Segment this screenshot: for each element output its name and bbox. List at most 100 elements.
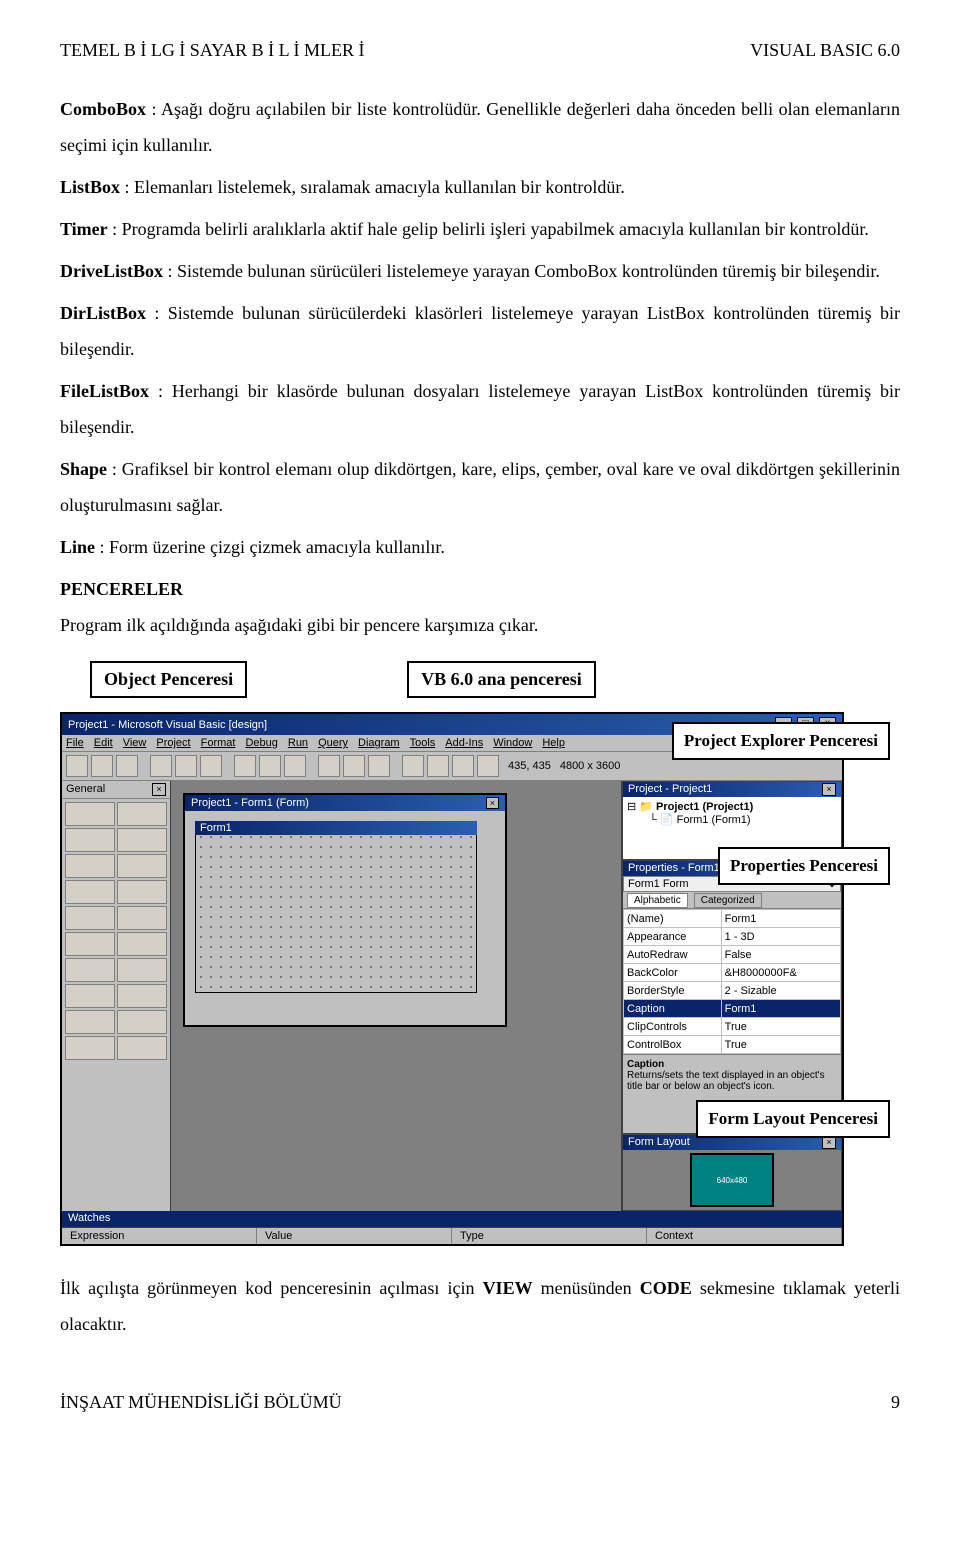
term: Shape bbox=[60, 459, 107, 479]
menu-view[interactable]: View bbox=[123, 737, 147, 749]
toolbox-tool[interactable] bbox=[117, 802, 167, 826]
prop-value[interactable]: 1 - 3D bbox=[721, 928, 840, 946]
prop-name[interactable]: BorderStyle bbox=[624, 982, 722, 1000]
close-icon[interactable]: × bbox=[486, 797, 499, 809]
section-pencereler: PENCERELER bbox=[60, 571, 900, 607]
menu-help[interactable]: Help bbox=[542, 737, 565, 749]
def-timer: Timer : Programda belirli aralıklarla ak… bbox=[60, 211, 900, 247]
tab-alphabetic[interactable]: Alphabetic bbox=[627, 893, 688, 908]
toolbox-tool[interactable] bbox=[117, 906, 167, 930]
toolbox-tool[interactable] bbox=[117, 854, 167, 878]
menu-diagram[interactable]: Diagram bbox=[358, 737, 400, 749]
menu-format[interactable]: Format bbox=[201, 737, 236, 749]
term: ComboBox bbox=[60, 99, 146, 119]
toolbar-button[interactable] bbox=[116, 755, 138, 777]
toolbox-tool[interactable] bbox=[65, 958, 115, 982]
term: DirListBox bbox=[60, 303, 146, 323]
watch-col-expression: Expression bbox=[62, 1228, 257, 1244]
close-icon[interactable]: × bbox=[822, 783, 836, 796]
watch-col-type: Type bbox=[452, 1228, 647, 1244]
prop-value[interactable]: False bbox=[721, 946, 840, 964]
menu-run[interactable]: Run bbox=[288, 737, 308, 749]
toolbox-tool[interactable] bbox=[117, 1010, 167, 1034]
toolbox-tool[interactable] bbox=[65, 1010, 115, 1034]
toolbox-tool[interactable] bbox=[117, 880, 167, 904]
def-combobox: ComboBox : Aşağı doğru açılabilen bir li… bbox=[60, 91, 900, 163]
form-surface[interactable]: Form1 bbox=[195, 821, 477, 993]
toolbox-tool[interactable] bbox=[65, 906, 115, 930]
prop-name[interactable]: AutoRedraw bbox=[624, 946, 722, 964]
prop-value[interactable]: 2 - Sizable bbox=[721, 982, 840, 1000]
watch-col-value: Value bbox=[257, 1228, 452, 1244]
menu-query[interactable]: Query bbox=[318, 737, 348, 749]
menu-debug[interactable]: Debug bbox=[245, 737, 277, 749]
desc: : Elemanları listelemek, sıralamak amacı… bbox=[125, 177, 625, 197]
close-icon[interactable]: × bbox=[152, 783, 166, 796]
toolbar-button[interactable] bbox=[234, 755, 256, 777]
toolbar-button[interactable] bbox=[200, 755, 222, 777]
toolbox-tool[interactable] bbox=[117, 958, 167, 982]
panel-title: Project - Project1 bbox=[628, 783, 712, 796]
toolbox-tool[interactable] bbox=[117, 1036, 167, 1060]
callout-project-explorer: Project Explorer Penceresi bbox=[672, 722, 890, 760]
callout-properties: Properties Penceresi bbox=[718, 847, 890, 885]
menu-file[interactable]: File bbox=[66, 737, 84, 749]
properties-panel: Properties - Form1 × Form1 Form Alphabet… bbox=[622, 860, 842, 1134]
prop-name[interactable]: BackColor bbox=[624, 964, 722, 982]
tab-categorized[interactable]: Categorized bbox=[694, 893, 762, 908]
menu-add-ins[interactable]: Add-Ins bbox=[445, 737, 483, 749]
toolbar-button[interactable] bbox=[477, 755, 499, 777]
toolbar-button[interactable] bbox=[66, 755, 88, 777]
menu-window[interactable]: Window bbox=[493, 737, 532, 749]
watch-col-context: Context bbox=[647, 1228, 842, 1244]
menu-edit[interactable]: Edit bbox=[94, 737, 113, 749]
toolbox-tool[interactable] bbox=[65, 802, 115, 826]
toolbar-button[interactable] bbox=[284, 755, 306, 777]
toolbox-tool[interactable] bbox=[65, 880, 115, 904]
stop-icon[interactable] bbox=[368, 755, 390, 777]
form-designer-window[interactable]: Project1 - Form1 (Form) × Form1 bbox=[183, 793, 507, 1027]
page-number: 9 bbox=[891, 1392, 900, 1413]
prop-name[interactable]: ClipControls bbox=[624, 1018, 722, 1036]
toolbar-button[interactable] bbox=[402, 755, 424, 777]
prop-value[interactable]: Form1 bbox=[721, 910, 840, 928]
toolbar-button[interactable] bbox=[150, 755, 172, 777]
prop-value[interactable]: True bbox=[721, 1018, 840, 1036]
run-icon[interactable] bbox=[318, 755, 340, 777]
prop-name[interactable]: (Name) bbox=[624, 910, 722, 928]
pause-icon[interactable] bbox=[343, 755, 365, 777]
header-left: TEMEL B İ LG İ SAYAR B İ L İ MLER İ bbox=[60, 40, 365, 61]
desc: : Form üzerine çizgi çizmek amacıyla kul… bbox=[100, 537, 445, 557]
toolbox-tool[interactable] bbox=[117, 828, 167, 852]
watches-title: Watches bbox=[62, 1211, 116, 1227]
callout-form-layout: Form Layout Penceresi bbox=[696, 1100, 890, 1138]
toolbar-button[interactable] bbox=[452, 755, 474, 777]
toolbox-tool[interactable] bbox=[65, 828, 115, 852]
menu-tools[interactable]: Tools bbox=[410, 737, 436, 749]
toolbar-button[interactable] bbox=[427, 755, 449, 777]
properties-table[interactable]: (Name)Form1Appearance1 - 3DAutoRedrawFal… bbox=[623, 909, 841, 1054]
menu-project[interactable]: Project bbox=[156, 737, 190, 749]
header-right: VISUAL BASIC 6.0 bbox=[750, 40, 900, 61]
toolbar-button[interactable] bbox=[259, 755, 281, 777]
toolbox-tool[interactable] bbox=[65, 932, 115, 956]
def-listbox: ListBox : Elemanları listelemek, sıralam… bbox=[60, 169, 900, 205]
property-help: Caption Returns/sets the text displayed … bbox=[623, 1054, 841, 1096]
prop-value[interactable]: Form1 bbox=[721, 1000, 840, 1018]
toolbox-tool[interactable] bbox=[117, 932, 167, 956]
prop-name[interactable]: Caption bbox=[624, 1000, 722, 1018]
toolbox-tool[interactable] bbox=[65, 854, 115, 878]
form-layout-preview[interactable]: 640x480 bbox=[690, 1153, 774, 1207]
desc: : Sistemde bulunan sürücüleri listelemey… bbox=[168, 261, 880, 281]
prop-value[interactable]: &H8000000F& bbox=[721, 964, 840, 982]
prop-value[interactable]: True bbox=[721, 1036, 840, 1054]
prop-name[interactable]: ControlBox bbox=[624, 1036, 722, 1054]
def-shape: Shape : Grafiksel bir kontrol elemanı ol… bbox=[60, 451, 900, 523]
toolbox-tool[interactable] bbox=[65, 1036, 115, 1060]
toolbar-button[interactable] bbox=[91, 755, 113, 777]
toolbar-button[interactable] bbox=[175, 755, 197, 777]
toolbox-tool[interactable] bbox=[117, 984, 167, 1008]
toolbox-tool[interactable] bbox=[65, 984, 115, 1008]
form-layout-panel: Form Layout × 640x480 bbox=[622, 1134, 842, 1211]
prop-name[interactable]: Appearance bbox=[624, 928, 722, 946]
